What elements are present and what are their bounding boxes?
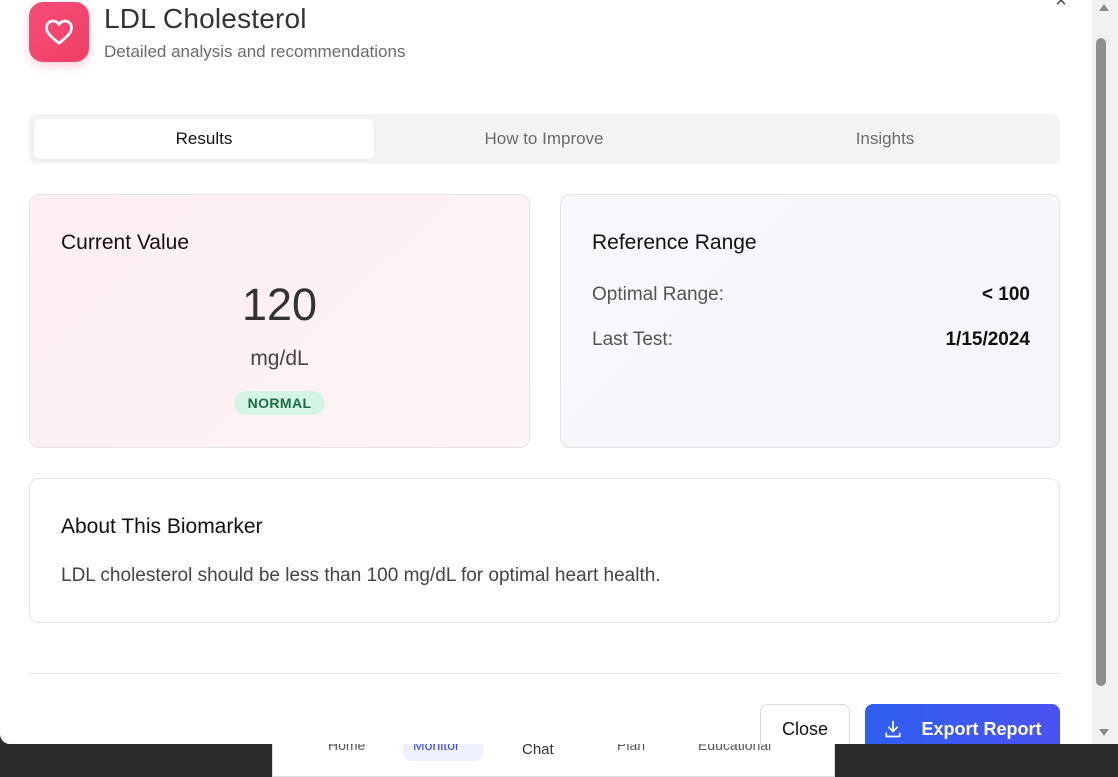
scrollbar[interactable] <box>1092 0 1118 744</box>
modal-title: LDL Cholesterol <box>104 3 307 34</box>
about-biomarker-card: About This Biomarker LDL cholesterol sho… <box>29 478 1060 623</box>
export-report-label: Export Report <box>921 718 1042 739</box>
last-test-value: 1/15/2024 <box>945 329 1030 350</box>
heart-icon <box>29 2 89 62</box>
current-value-title: Current Value <box>61 231 190 254</box>
export-report-button[interactable]: Export Report <box>865 704 1060 744</box>
biomarker-modal: × LDL Cholesterol Detailed analysis and … <box>0 0 1092 744</box>
tab-how-to-improve[interactable]: How to Improve <box>374 119 714 159</box>
download-icon <box>883 719 903 739</box>
about-title: About This Biomarker <box>61 515 263 538</box>
tab-bar: Results How to Improve Insights <box>29 114 1060 164</box>
current-value-unit: mg/dL <box>250 347 309 370</box>
current-value-card: Current Value 120 mg/dL NORMAL <box>29 194 530 448</box>
modal-subtitle: Detailed analysis and recommendations <box>104 42 406 61</box>
status-badge: NORMAL <box>233 391 326 415</box>
tab-insights[interactable]: Insights <box>715 119 1055 159</box>
current-value-number: 120 <box>241 279 318 330</box>
optimal-range-label: Optimal Range: <box>592 284 725 305</box>
optimal-range-value: < 100 <box>981 284 1030 305</box>
scroll-up-icon[interactable] <box>1099 4 1109 11</box>
about-text: LDL cholesterol should be less than 100 … <box>61 565 661 586</box>
scrollbar-thumb[interactable] <box>1096 38 1106 686</box>
footer-divider <box>29 673 1060 674</box>
scroll-down-icon[interactable] <box>1099 729 1109 736</box>
close-button[interactable]: Close <box>760 704 850 744</box>
tab-results[interactable]: Results <box>34 119 374 159</box>
last-test-label: Last Test: <box>592 329 673 350</box>
reference-range-card: Reference Range Optimal Range: < 100 Las… <box>560 194 1060 448</box>
close-icon[interactable]: × <box>1050 0 1072 12</box>
reference-range-title: Reference Range <box>592 231 757 254</box>
